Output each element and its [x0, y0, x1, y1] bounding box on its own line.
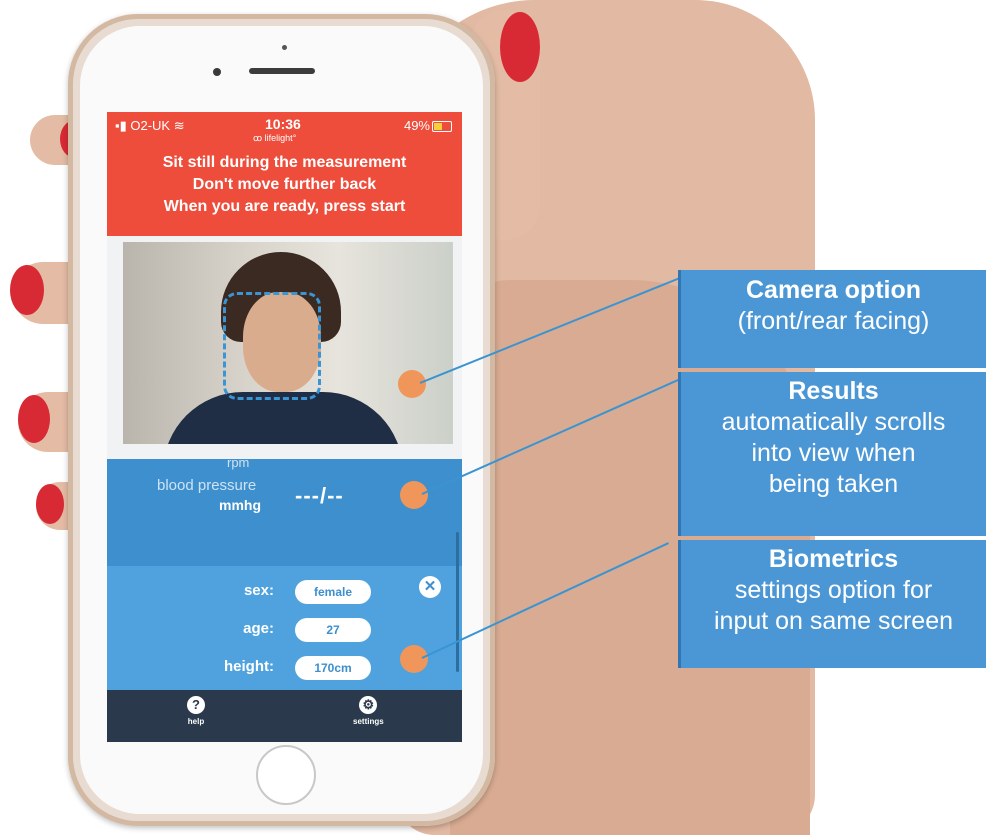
camera-callout: Camera option (front/rear facing): [678, 270, 986, 368]
biometrics-callout: Biometrics settings option for input on …: [678, 540, 986, 668]
blood-pressure-label: blood pressure: [157, 477, 257, 494]
camera-callout-text: (front/rear facing): [737, 307, 930, 335]
biometrics-callout-title: Biometrics: [768, 545, 899, 573]
scrollbar[interactable]: [456, 532, 459, 672]
status-bar: ▪▮ O2-UK ≋ 10:36 ꝏ lifelight° 49%: [107, 112, 462, 148]
nail-2: [10, 265, 44, 315]
sex-field[interactable]: female: [295, 580, 371, 604]
biometrics-callout-line-1: settings option for: [734, 576, 933, 604]
nail-4: [36, 484, 64, 524]
wifi-icon: ≋: [173, 118, 185, 133]
face-detection-box: [223, 292, 321, 400]
battery-icon: [432, 121, 452, 133]
age-field[interactable]: 27: [295, 618, 371, 642]
app-logo: ꝏ lifelight°: [253, 133, 297, 143]
results-callout-line-2: into view when: [751, 439, 916, 467]
carrier-name: O2-UK: [130, 118, 171, 133]
camera-marker-dot: [398, 370, 426, 398]
results-callout: Results automatically scrolls into view …: [678, 372, 986, 536]
results-panel: rpm blood pressure mmhg ---/--: [107, 455, 462, 566]
thumb-nail: [500, 12, 540, 82]
instruction-line-1: Sit still during the measurement: [162, 154, 407, 171]
instructions-banner: Sit still during the measurement Don't m…: [107, 148, 462, 236]
height-field[interactable]: 170cm: [295, 656, 371, 680]
height-label: height:: [224, 658, 274, 675]
camera-callout-title: Camera option: [745, 276, 922, 304]
camera-area: [107, 236, 462, 459]
biometrics-marker-dot: [400, 645, 428, 673]
battery-status: 49%: [404, 118, 452, 133]
sex-label: sex:: [243, 582, 274, 599]
app-logo-text: lifelight: [264, 133, 293, 143]
front-camera: [213, 68, 221, 76]
instruction-line-2: Don't move further back: [192, 176, 377, 193]
tab-settings[interactable]: ⚙ settings: [353, 696, 384, 726]
gear-icon: ⚙: [359, 696, 378, 714]
rpm-label: rpm: [227, 455, 250, 470]
tab-help-label: help: [187, 717, 205, 726]
blood-pressure-unit: mmhg: [219, 497, 261, 513]
results-marker-dot: [400, 481, 428, 509]
close-icon[interactable]: ✕: [419, 576, 441, 598]
instruction-line-3: When you are ready, press start: [163, 198, 406, 215]
sensor-dot: [282, 45, 287, 50]
blood-pressure-value: ---/--: [295, 483, 344, 508]
results-callout-title: Results: [788, 377, 879, 405]
home-button[interactable]: [256, 745, 316, 805]
nail-3: [18, 395, 50, 443]
biometrics-callout-line-2: input on same screen: [713, 607, 954, 635]
tab-bar: ? help ⚙ settings: [107, 690, 462, 742]
clock: 10:36: [265, 116, 301, 132]
tab-help[interactable]: ? help: [187, 696, 205, 726]
results-callout-line-3: being taken: [768, 470, 899, 498]
camera-preview[interactable]: [123, 242, 453, 444]
tab-settings-label: settings: [353, 717, 384, 726]
age-label: age:: [243, 620, 274, 637]
help-icon: ?: [187, 696, 205, 714]
results-callout-line-1: automatically scrolls: [721, 408, 946, 436]
battery-percent: 49%: [403, 118, 430, 133]
earpiece-speaker: [249, 68, 315, 74]
carrier-signal: ▪▮ O2-UK ≋: [115, 118, 185, 133]
